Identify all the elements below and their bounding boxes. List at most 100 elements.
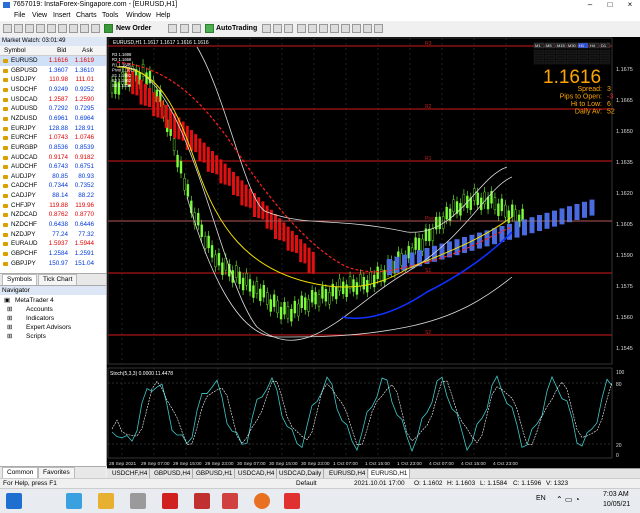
- templates-icon[interactable]: [374, 24, 383, 33]
- navigator-icon[interactable]: [47, 24, 56, 33]
- navigator-accounts[interactable]: Accounts: [26, 305, 53, 314]
- app-icon-red-1[interactable]: [162, 493, 178, 509]
- market-watch-row[interactable]: GBPCHF 1.2584 1.2591: [0, 249, 106, 259]
- market-watch-icon[interactable]: [25, 24, 34, 33]
- candlestick-icon[interactable]: [273, 24, 282, 33]
- explorer-icon[interactable]: [98, 493, 114, 509]
- market-watch-row[interactable]: USDJPY 110.98 111.01: [0, 75, 106, 85]
- menu-window[interactable]: Window: [126, 10, 151, 21]
- zoom-in-icon[interactable]: [297, 24, 306, 33]
- col-ask[interactable]: Ask: [82, 46, 93, 55]
- market-watch-row[interactable]: NZDCHF 0.6438 0.6446: [0, 220, 106, 230]
- market-watch-row[interactable]: NZDJPY 77.24 77.32: [0, 230, 106, 240]
- navigator-expert-advisors[interactable]: Expert Advisors: [26, 323, 71, 332]
- new-order-icon[interactable]: [104, 24, 113, 33]
- new-order-button[interactable]: New Order: [116, 23, 151, 34]
- chart-tab[interactable]: USDCAD,H4: [236, 469, 278, 478]
- navigator-indicators[interactable]: Indicators: [26, 314, 54, 323]
- chart-tab-active[interactable]: EURUSD,H1: [369, 469, 411, 478]
- symbol-name: GBPCHF: [11, 250, 38, 257]
- clock-date[interactable]: 10/05/21: [603, 501, 630, 508]
- market-watch-row[interactable]: EURGBP 0.8536 0.8539: [0, 143, 106, 153]
- periods-icon[interactable]: [363, 24, 372, 33]
- expand-icon[interactable]: ⊞: [7, 332, 12, 341]
- market-watch-row[interactable]: AUDJPY 80.85 80.93: [0, 172, 106, 182]
- market-watch-row[interactable]: USDCHF 0.9249 0.9252: [0, 85, 106, 95]
- expand-icon[interactable]: ⊞: [7, 323, 12, 332]
- market-watch-row[interactable]: EURUSD 1.1616 1.1619: [0, 56, 106, 66]
- data-window-icon[interactable]: [36, 24, 45, 33]
- navigator-scripts[interactable]: Scripts: [26, 332, 46, 341]
- autotrading-button[interactable]: AutoTrading: [216, 23, 257, 34]
- trend-ribbon-bar: [394, 256, 400, 273]
- price-chart[interactable]: R3 R2 R1 Pivot S1 S2 1.1675 1.1665 1.1650 1.1635 1…: [107, 37, 640, 468]
- bar-chart-icon[interactable]: [262, 24, 271, 33]
- language-indicator[interactable]: EN: [536, 495, 546, 502]
- firefox-icon[interactable]: [254, 493, 270, 509]
- menu-help[interactable]: Help: [156, 10, 170, 21]
- market-watch-row[interactable]: USDCAD 1.2587 1.2590: [0, 95, 106, 105]
- clock-time[interactable]: 7:03 AM: [603, 491, 629, 498]
- maximize-button[interactable]: □: [600, 0, 620, 10]
- toolbar-icon-b[interactable]: [180, 24, 189, 33]
- market-watch-row[interactable]: CADJPY 88.14 88.22: [0, 191, 106, 201]
- market-watch-row[interactable]: AUDCHF 0.6743 0.6751: [0, 162, 106, 172]
- expand-icon[interactable]: ⊞: [7, 314, 12, 323]
- market-watch-row[interactable]: NZDUSD 0.6961 0.6964: [0, 114, 106, 124]
- price-axis-label: 1.1590: [616, 253, 633, 259]
- chart-tab[interactable]: EURUSD,H4: [327, 469, 369, 478]
- col-symbol[interactable]: Symbol: [4, 46, 26, 55]
- indicators-icon[interactable]: [352, 24, 361, 33]
- market-watch-row[interactable]: CADCHF 0.7344 0.7352: [0, 181, 106, 191]
- market-watch-row[interactable]: CHFJPY 119.88 119.96: [0, 201, 106, 211]
- market-watch-row[interactable]: EURAUD 1.5937 1.5944: [0, 239, 106, 249]
- terminal-icon[interactable]: [58, 24, 67, 33]
- toolbar-icon-c[interactable]: [192, 24, 201, 33]
- strategy-tester-icon[interactable]: [69, 24, 78, 33]
- minimize-button[interactable]: –: [580, 0, 600, 10]
- tray-icons[interactable]: ⌃ ▭ ◔: [556, 495, 580, 504]
- autotrading-icon[interactable]: [205, 24, 214, 33]
- zoom-icon[interactable]: [91, 24, 100, 33]
- market-watch-row[interactable]: GBPUSD 1.3607 1.3610: [0, 66, 106, 76]
- market-watch-row[interactable]: EURCHF 1.0743 1.0746: [0, 133, 106, 143]
- app-icon-red-2[interactable]: [194, 493, 210, 509]
- market-watch-row[interactable]: AUDCAD 0.9174 0.9182: [0, 153, 106, 163]
- chart-shift-icon[interactable]: [341, 24, 350, 33]
- app-icon-red-3[interactable]: [284, 493, 300, 509]
- navigator-root[interactable]: MetaTrader 4: [15, 296, 54, 305]
- market-watch-row[interactable]: GBPJPY 150.97 151.04: [0, 259, 106, 269]
- chart-tab[interactable]: USDCHF,H4: [110, 469, 151, 478]
- menu-view[interactable]: View: [32, 10, 47, 21]
- profiles-icon[interactable]: [14, 24, 23, 33]
- menu-charts[interactable]: Charts: [76, 10, 97, 21]
- menu-tools[interactable]: Tools: [102, 10, 118, 21]
- chart-tab[interactable]: USDCAD,Daily: [277, 469, 325, 478]
- metatrader-icon[interactable]: [222, 493, 238, 509]
- new-chart-icon[interactable]: [3, 24, 12, 33]
- market-watch-row[interactable]: EURJPY 128.88 128.91: [0, 124, 106, 134]
- line-chart-icon[interactable]: [284, 24, 293, 33]
- tile-icon[interactable]: [319, 24, 328, 33]
- col-bid[interactable]: Bid: [57, 46, 66, 55]
- market-watch-row[interactable]: AUDUSD 0.7292 0.7295: [0, 104, 106, 114]
- menu-file[interactable]: File: [14, 10, 25, 21]
- chart-tab[interactable]: GBPUSD,H4: [152, 469, 194, 478]
- close-button[interactable]: ×: [620, 0, 640, 10]
- menu-insert[interactable]: Insert: [53, 10, 71, 21]
- expand-icon[interactable]: ⊞: [7, 305, 12, 314]
- media-icon[interactable]: [130, 493, 146, 509]
- trend-ribbon-bar: [148, 88, 151, 107]
- autoscroll-icon[interactable]: [330, 24, 339, 33]
- crosshair-icon[interactable]: [80, 24, 89, 33]
- candle-body: [279, 306, 283, 320]
- start-windows-icon[interactable]: [6, 493, 22, 509]
- current-price: 1.1616: [543, 67, 601, 88]
- market-watch-row[interactable]: NZDCAD 0.8762 0.8770: [0, 210, 106, 220]
- ie-icon[interactable]: [66, 493, 82, 509]
- zoom-out-icon[interactable]: [308, 24, 317, 33]
- symbol-name: CADJPY: [11, 192, 36, 200]
- toolbar-icon-a[interactable]: [168, 24, 177, 33]
- chart-tab[interactable]: GBPUSD,H1: [194, 469, 236, 478]
- chart-canvas[interactable]: R3R2R1PivotS1S21.16751.16651.16501.16351…: [107, 37, 640, 468]
